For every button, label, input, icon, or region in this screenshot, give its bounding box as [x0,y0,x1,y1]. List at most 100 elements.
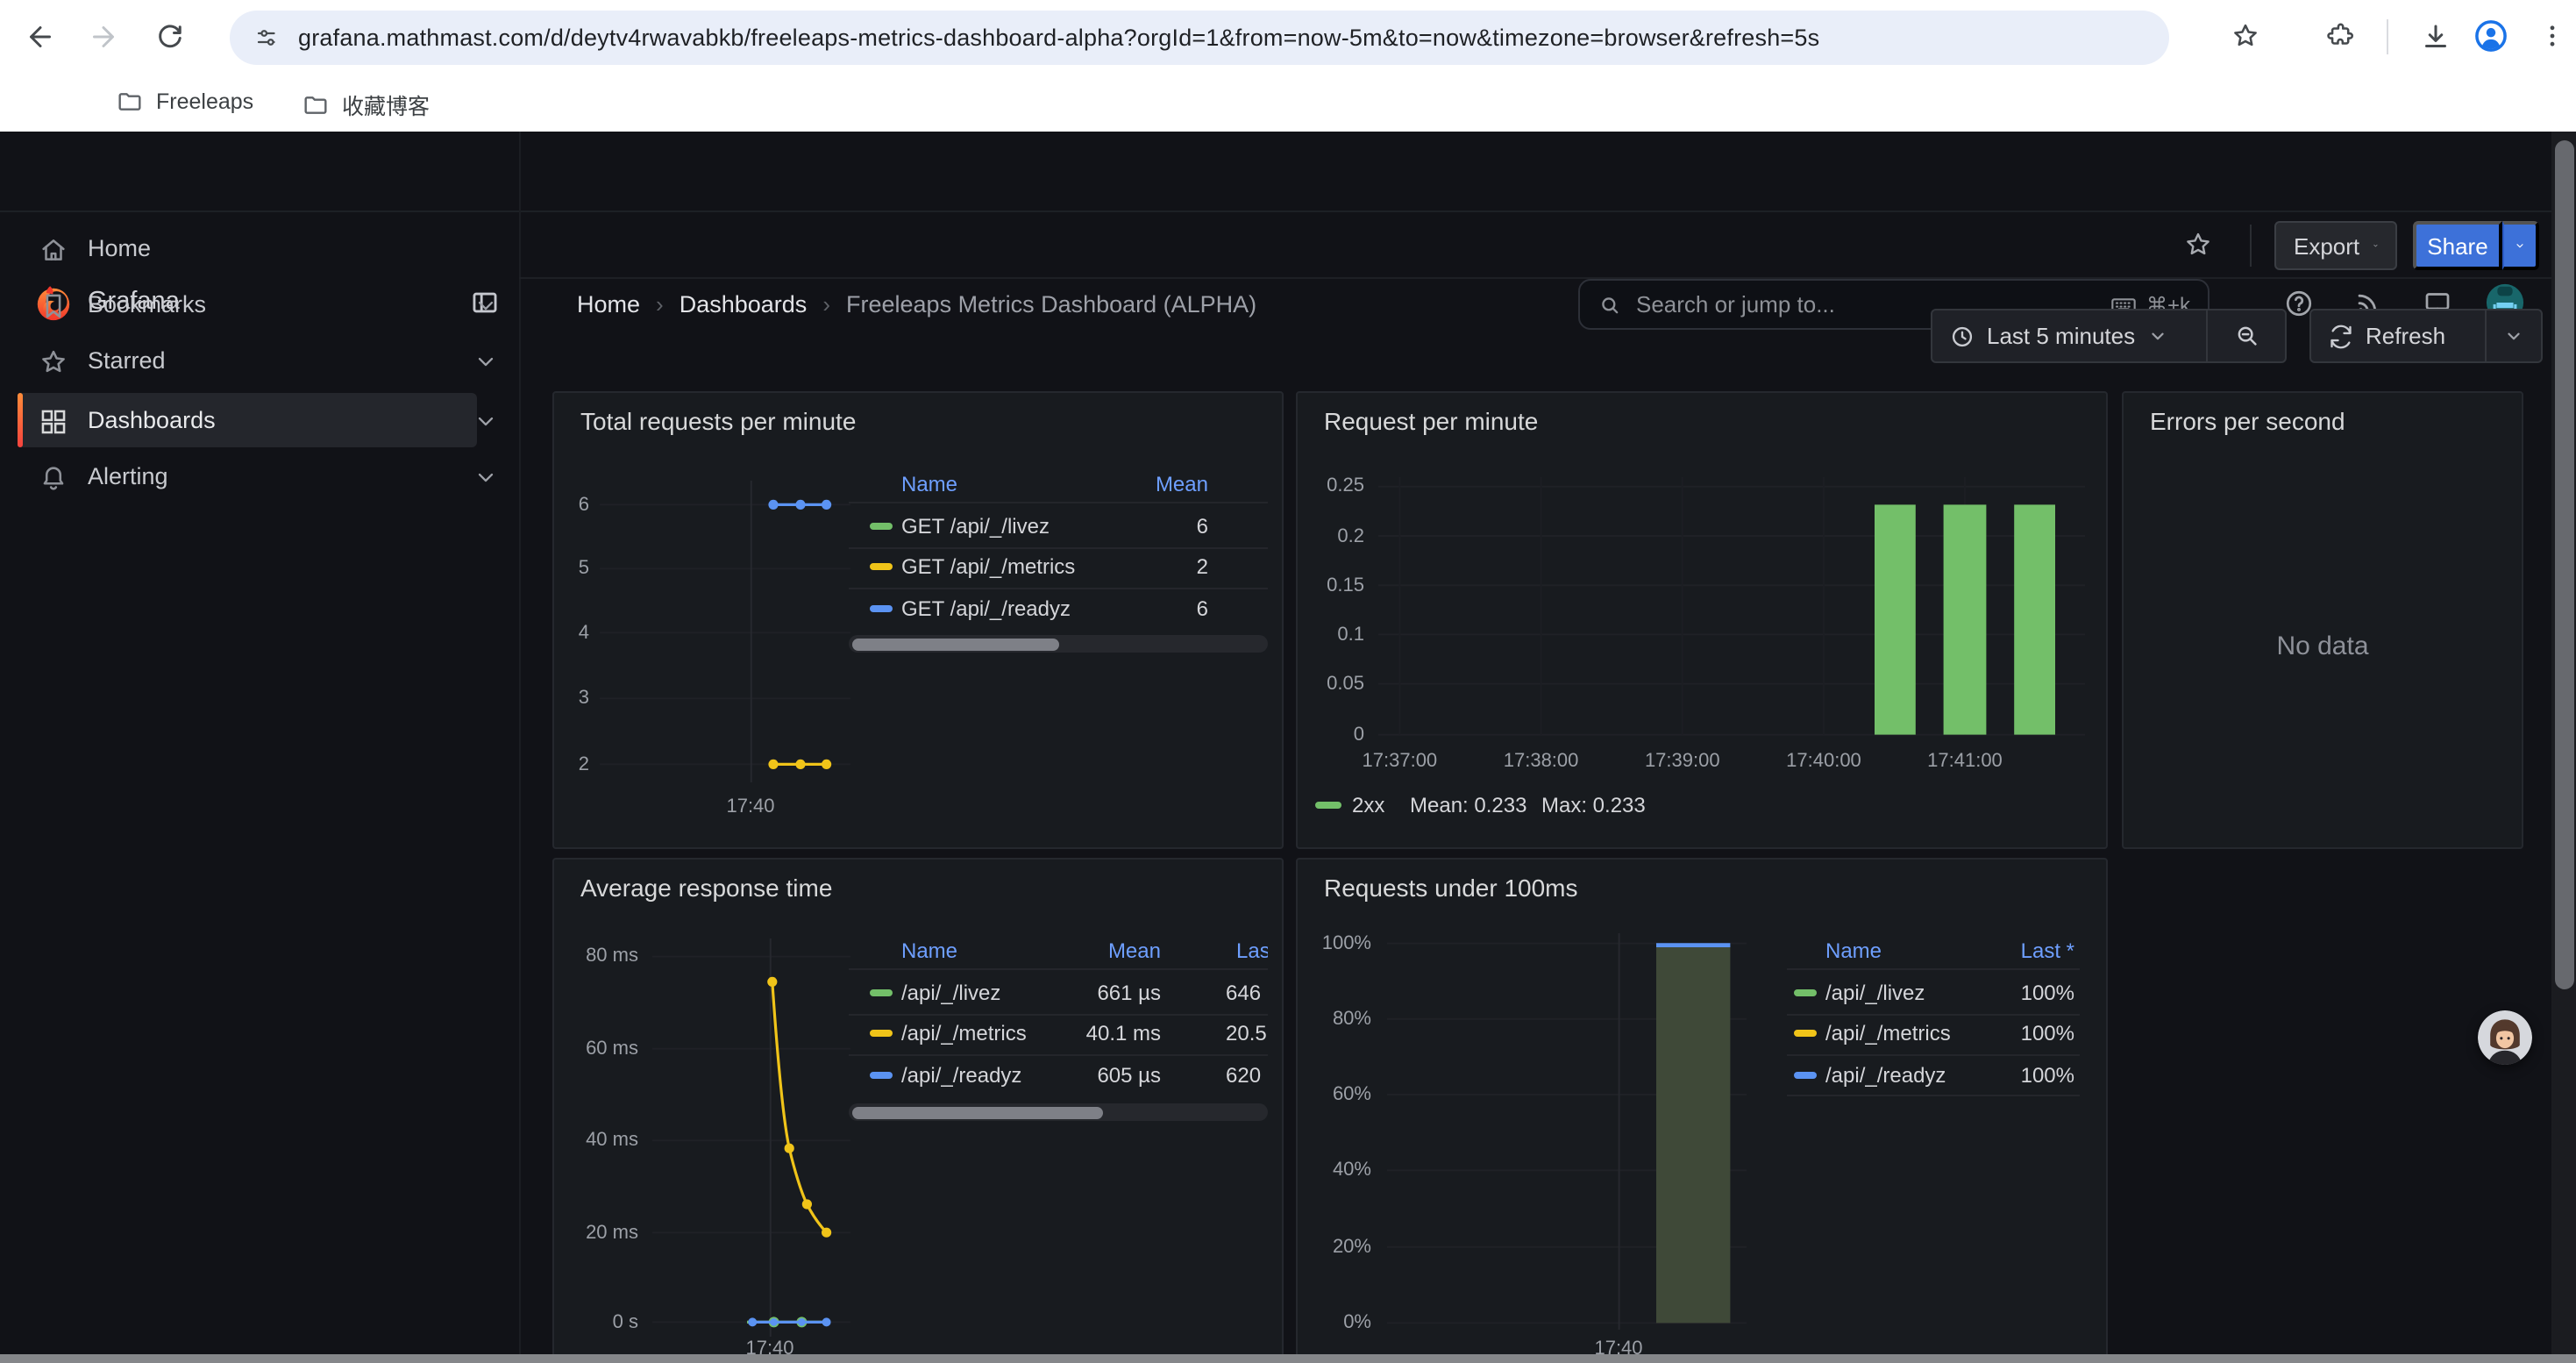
chevron-down-icon[interactable] [473,293,498,318]
legend-scrollbar[interactable] [849,1103,1268,1121]
chevron-down-icon [2147,326,2167,346]
series-color-chip[interactable] [870,1071,893,1078]
legend-series-last: 100% [1952,1022,2074,1046]
extensions-icon[interactable] [2325,21,2355,51]
chevron-down-icon[interactable] [473,409,498,433]
y-tick: 20 ms [554,1220,638,1245]
series-color-chip[interactable] [870,989,893,996]
series-color-chip[interactable] [1794,1031,1817,1038]
panel-total-requests[interactable]: Total requests per minute 6 5 4 3 2 17:4… [552,391,1284,849]
bookmark-star-icon[interactable] [2231,21,2260,51]
panel-request-per-minute[interactable]: Request per minute 0.25 0.2 0.15 0.1 0.0… [1296,391,2108,849]
floating-avatar[interactable] [2478,1010,2532,1065]
series-color-chip[interactable] [870,564,893,571]
legend-header-mean[interactable]: Mean [1024,938,1161,962]
series-color-chip[interactable] [870,604,893,611]
breadcrumb-home[interactable]: Home [577,290,640,317]
sidebar-item-dashboards[interactable]: Dashboards [0,393,519,449]
y-tick: 5 [554,556,589,581]
legend-header-name[interactable]: Name [901,938,957,962]
toolbar-divider [2387,19,2388,54]
bookmark-folder-blogs[interactable]: 收藏博客 [302,88,430,121]
y-tick: 0 s [554,1310,638,1335]
legend-header-last[interactable]: Last * [1952,938,2074,962]
breadcrumb-dashboards[interactable]: Dashboards [680,290,808,317]
legend-series-mean: 661 µs [1024,981,1161,1005]
legend-series-name[interactable]: /api/_/livez [901,981,1000,1005]
chevron-down-icon[interactable] [473,465,498,489]
profile-icon[interactable] [2473,18,2509,54]
panel-requests-under-100ms[interactable]: Requests under 100ms 100% 80% 60% 40% 20… [1296,858,2108,1363]
sidebar-divider [519,132,521,1363]
panel-average-response-time[interactable]: Average response time 80 ms 60 ms 40 ms … [552,858,1284,1363]
legend-header-name[interactable]: Name [1825,938,1882,962]
breadcrumb-separator: › [822,290,830,317]
folder-icon [116,88,144,116]
x-tick: 17:41:00 [1912,749,2017,774]
legend-series-name[interactable]: /api/_/livez [1825,981,1925,1005]
site-settings-icon[interactable] [254,24,281,50]
reload-icon[interactable] [154,21,186,53]
legend-series-name[interactable]: /api/_/metrics [1825,1022,1951,1046]
sidebar-item-home[interactable]: Home [0,221,519,277]
zoom-out-button[interactable] [2208,310,2285,361]
sidebar-item-alerting[interactable]: Alerting [0,449,519,505]
legend-max-stat: Max: 0.233 [1541,792,1646,817]
chevron-down-icon[interactable] [473,349,498,374]
horizontal-scrollbar[interactable] [0,1354,2576,1363]
back-icon[interactable] [25,21,56,53]
legend-series-mean: 2 [1071,555,1208,580]
export-label: Export [2294,232,2359,259]
series-color-chip[interactable] [1315,802,1341,809]
legend-series-last: 100% [1952,1062,2074,1087]
dashboards-grid-icon [39,406,68,436]
legend-series-name[interactable]: /api/_/readyz [1825,1062,1946,1087]
forward-icon[interactable] [88,21,119,53]
downloads-icon[interactable] [2420,21,2451,53]
legend-header-name[interactable]: Name [901,472,957,496]
legend-series-last: 100% [1952,981,2074,1005]
address-bar[interactable]: grafana.mathmast.com/d/deytv4rwavabkb/fr… [230,10,2169,64]
refresh-interval-button[interactable] [2487,310,2541,361]
legend-series-name[interactable]: GET /api/_/livez [901,514,1050,539]
toolbar-divider [2250,225,2252,267]
legend-series-name[interactable]: GET /api/_/readyz [901,596,1071,620]
clock-icon [1950,324,1975,348]
browser-menu-icon[interactable] [2537,21,2567,51]
star-icon [39,346,68,376]
series-color-chip[interactable] [870,523,893,530]
sidebar-item-label: Bookmarks [88,289,206,321]
legend-header-mean[interactable]: Mean [1071,472,1208,496]
legend-series-mean: 6 [1071,514,1208,539]
sidebar-item-label: Dashboards [88,405,216,437]
legend-scrollbar[interactable] [849,635,1268,653]
bookmark-folder-freeleaps[interactable]: Freeleaps [116,88,253,116]
time-range-picker[interactable]: Last 5 minutes [1932,310,2206,361]
y-tick: 0.2 [1298,524,1364,548]
refresh-button[interactable]: Refresh [2311,310,2485,361]
legend-series-name[interactable]: /api/_/readyz [901,1062,1021,1087]
series-color-chip[interactable] [1794,1071,1817,1078]
series-color-chip[interactable] [870,1031,893,1038]
sidebar-item-starred[interactable]: Starred [0,333,519,389]
series-color-chip[interactable] [1794,989,1817,996]
legend-series-last: 646 [1226,981,1261,1005]
share-button[interactable]: Share [2413,221,2502,270]
y-tick: 0.05 [1298,672,1364,696]
breadcrumb-separator: › [656,290,664,317]
x-tick: 17:40 [715,795,786,819]
share-menu-button[interactable] [2502,221,2539,270]
sidebar-item-bookmarks[interactable]: Bookmarks [0,277,519,333]
url-text[interactable]: grafana.mathmast.com/d/deytv4rwavabkb/fr… [298,24,1819,50]
legend-series-name[interactable]: 2xx [1352,792,1384,817]
y-tick: 100% [1298,931,1371,956]
export-button[interactable]: Export [2274,221,2397,270]
y-tick: 80% [1298,1007,1371,1031]
panel-title[interactable]: Errors per second [2150,407,2345,435]
legend-series-name[interactable]: /api/_/metrics [901,1022,1027,1046]
favorite-star-icon[interactable] [2183,230,2213,260]
vertical-scrollbar-thumb[interactable] [2554,140,2573,989]
legend-series-name[interactable]: GET /api/_/metrics [901,555,1075,580]
legend-header-last[interactable]: Las [1236,938,1268,962]
panel-errors-per-second[interactable]: Errors per second No data [2122,391,2523,849]
